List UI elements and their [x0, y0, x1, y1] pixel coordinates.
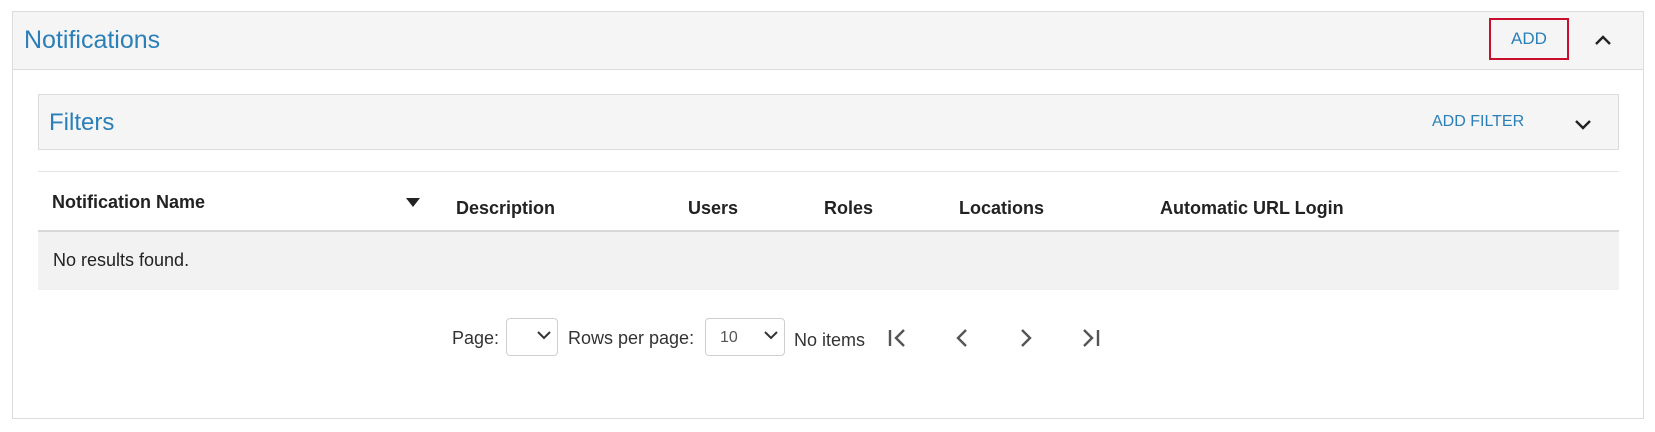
pagination: Page: Rows per page: 10 No items [13, 318, 1643, 358]
collapse-panel-button[interactable] [1587, 26, 1619, 54]
chevron-down-icon [1575, 120, 1591, 130]
page-select[interactable] [506, 318, 558, 356]
next-page-icon [1021, 329, 1032, 347]
last-page-icon [1083, 329, 1100, 347]
chevron-up-icon [1595, 35, 1611, 45]
filters-title: Filters [49, 109, 115, 136]
rows-per-page-value: 10 [720, 329, 738, 346]
column-header-description[interactable]: Description [456, 198, 555, 219]
empty-message: No results found. [53, 250, 190, 270]
last-page-button[interactable] [1077, 326, 1103, 350]
column-header-automatic-url-login[interactable]: Automatic URL Login [1160, 198, 1344, 219]
first-page-button[interactable] [885, 326, 911, 350]
add-filter-button[interactable]: ADD FILTER [1432, 113, 1524, 131]
sort-down-icon[interactable] [406, 198, 420, 207]
pagination-status: No items [794, 330, 866, 350]
rows-per-page-select[interactable]: 10 [705, 318, 785, 356]
notifications-panel: Notifications ADD Filters ADD FILTER Not… [12, 11, 1644, 419]
column-header-roles[interactable]: Roles [824, 198, 873, 219]
panel-header: Notifications ADD [13, 12, 1643, 70]
column-header-users[interactable]: Users [688, 198, 738, 219]
expand-filters-button[interactable] [1569, 111, 1597, 137]
table-header: Notification Name Description Users Role… [38, 172, 1619, 232]
rows-per-page-label: Rows per page: [568, 328, 695, 348]
column-header-locations[interactable]: Locations [959, 198, 1044, 219]
page-label: Page: [452, 328, 500, 348]
chevron-down-icon [764, 331, 778, 340]
column-header-notification-name[interactable]: Notification Name [52, 192, 205, 213]
chevron-down-icon [537, 331, 551, 340]
first-page-icon [888, 329, 905, 347]
next-page-button[interactable] [1013, 326, 1039, 350]
previous-page-button[interactable] [949, 326, 975, 350]
filters-bar: Filters ADD FILTER [38, 94, 1619, 150]
previous-page-icon [956, 329, 967, 347]
add-notification-button[interactable]: ADD [1489, 18, 1569, 60]
table-empty-row: No results found. [38, 232, 1619, 290]
panel-title: Notifications [24, 26, 161, 54]
